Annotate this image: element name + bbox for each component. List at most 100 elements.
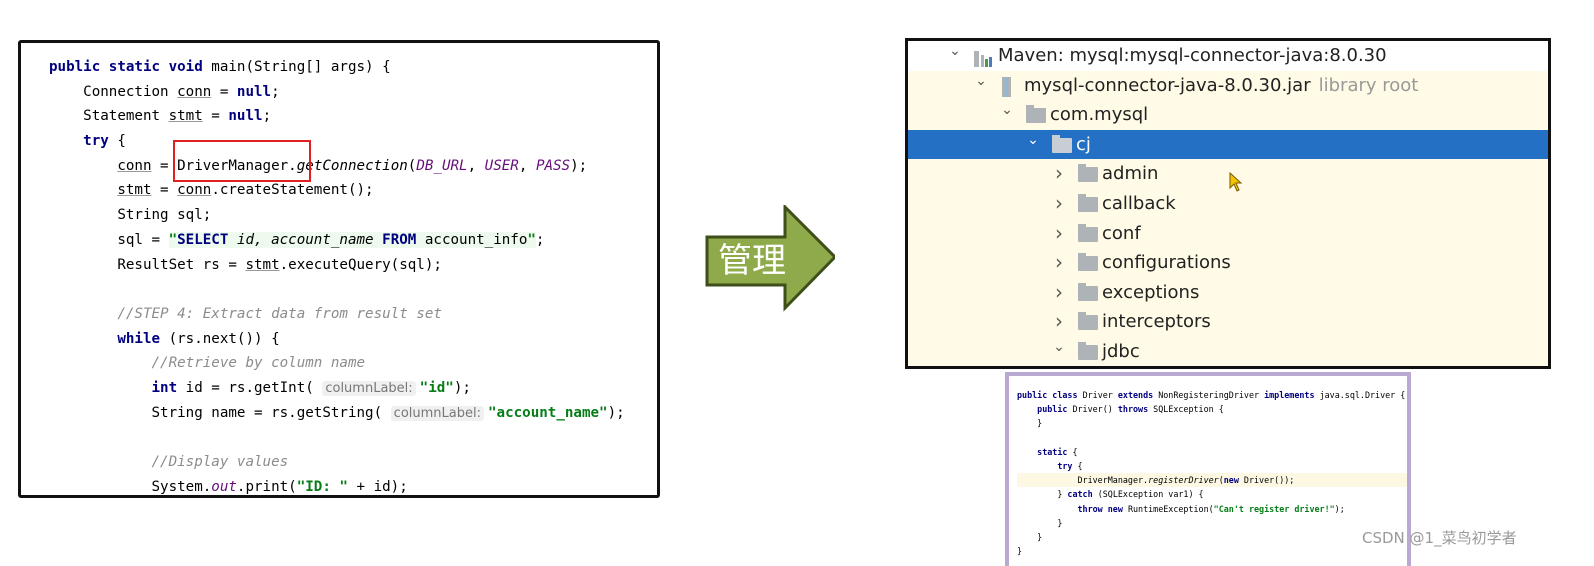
code-token: account_info (424, 231, 528, 248)
code-token: //Display values (151, 454, 289, 470)
folder-icon (1078, 253, 1098, 272)
code-token: USER (484, 157, 519, 174)
folder-icon (1078, 194, 1098, 212)
chevron-right-icon[interactable]: › (1052, 278, 1066, 308)
code-token: conn (117, 157, 152, 174)
tree-item-com-mysql[interactable]: ⌄ com.mysql (908, 100, 1548, 130)
chevron-down-icon[interactable]: ⌄ (948, 41, 962, 67)
code-token: conn (177, 182, 212, 199)
code-token: .executeQuery(sql); (279, 256, 442, 273)
code-token: java.sql.Driver { (1319, 390, 1406, 400)
code-token: FROM (382, 231, 425, 248)
code-token: "account_name" (487, 404, 608, 421)
tree-item-text: jdbc (1102, 337, 1140, 366)
code-line: } (1017, 516, 1405, 530)
chevron-down-icon[interactable]: ⌄ (974, 67, 988, 97)
tree-item-label: interceptors (1102, 311, 1211, 333)
code-token: { (1077, 460, 1083, 471)
code-token: PASS (535, 157, 571, 174)
code-token: .print( (236, 478, 297, 495)
tree-item-label: com.mysql (1050, 104, 1149, 126)
tree-item-configurations[interactable]: › configurations (908, 248, 1548, 278)
tree-item-text: callback (1102, 189, 1176, 219)
code-line: int id = rs.getInt( columnLabel: "id"); (49, 376, 625, 401)
chevron-down-icon[interactable]: ⌄ (1026, 126, 1040, 156)
code-token: " (527, 231, 536, 248)
code-token: stmt (245, 256, 280, 273)
code-token: catch (1067, 489, 1098, 500)
tree-item-admin[interactable]: › admin (908, 159, 1548, 189)
code-line: } (1017, 416, 1405, 430)
code-token: //Retrieve by column name (151, 355, 366, 372)
tree-item-text: exceptions (1102, 278, 1199, 308)
code-line: String name = rs.getString( columnLabel:… (49, 401, 625, 426)
code-token: stmt (117, 182, 152, 199)
folder-icon (1078, 282, 1098, 301)
tree-item-jdbc[interactable]: ⌄ jdbc (908, 337, 1548, 366)
code-token: ); (607, 404, 625, 421)
code-token: (SQLException var1) { (1097, 489, 1204, 500)
code-token: (rs.next()) { (160, 330, 280, 347)
code-line: stmt = conn.createStatement(); (49, 178, 625, 203)
chevron-right-icon[interactable]: › (1052, 248, 1066, 278)
main-method-code-panel: public static void main(String[] args) {… (18, 40, 660, 498)
folder-icon (1078, 164, 1098, 183)
code-line: DriverManager.registerDriver(new Driver(… (1017, 473, 1407, 488)
code-token: conn (177, 83, 212, 100)
chevron-right-icon[interactable]: › (1052, 219, 1066, 249)
tree-item-cj[interactable]: ⌄ cj (908, 129, 1548, 160)
code-token: " (168, 231, 178, 248)
code-token: int (151, 379, 178, 396)
driver-manager-highlight-box (173, 140, 311, 182)
parameter-hint: columnLabel: (390, 405, 484, 421)
tree-item-label: cj (1076, 133, 1091, 155)
code-line: String sql; (49, 203, 625, 228)
chevron-right-icon[interactable]: › (1052, 189, 1066, 219)
code-token: "Can't register driver!" (1213, 503, 1335, 514)
folder-icon (1078, 312, 1098, 331)
tree-item-text: configurations (1102, 248, 1231, 278)
code-token: ); (453, 379, 471, 396)
code-token: + id); (347, 478, 408, 495)
watermark: CSDN @1_菜鸟初学者 (1362, 529, 1517, 547)
tree-item-maven-mysql-mysql-connector-java-8-0-30[interactable]: ⌄ Maven: mysql:mysql-connector-java:8.0.3… (908, 41, 1548, 71)
tree-item-label: Maven: mysql:mysql-connector-java:8.0.30 (998, 45, 1387, 66)
tree-item-interceptors[interactable]: › interceptors (908, 307, 1548, 337)
tree-item-text: mysql-connector-java-8.0.30.jar library r… (1024, 71, 1418, 101)
code-token: ; (535, 231, 545, 248)
folder-icon (1078, 223, 1098, 242)
tree-item-label: callback (1102, 193, 1176, 214)
tree-item-label: exceptions (1102, 281, 1200, 303)
code-token: try (1057, 460, 1078, 471)
code-line: ResultSet rs = stmt.executeQuery(sql); (49, 253, 625, 278)
chevron-down-icon[interactable]: ⌄ (1052, 333, 1066, 363)
code-token: ; (271, 83, 280, 100)
tree-item-text: cj (1076, 130, 1091, 160)
code-line: try { (49, 129, 625, 154)
chevron-right-icon[interactable]: › (1052, 159, 1066, 189)
tree-item-callback[interactable]: › callback (908, 189, 1548, 219)
code-token: = (202, 108, 229, 125)
code-line: } (1017, 530, 1405, 544)
code-token: = (151, 182, 178, 199)
code-line: public Driver() throws SQLException { (1017, 402, 1405, 416)
driver-class-code-panel: ● public class Driver extends NonRegiste… (1005, 372, 1411, 566)
tree-item-label: admin (1102, 163, 1159, 185)
code-token: } (1017, 489, 1068, 500)
code-token: stmt (168, 108, 203, 125)
tree-item-conf[interactable]: › conf (908, 219, 1548, 249)
chevron-down-icon[interactable]: ⌄ (1000, 96, 1014, 126)
code-token: .createStatement(); (211, 182, 374, 199)
code-token: } (1017, 517, 1063, 528)
project-tree: ⌄ Maven: mysql:mysql-connector-java:8.0.3… (905, 38, 1551, 369)
code-token: } (1017, 531, 1043, 542)
code-token: , (518, 157, 536, 174)
tree-item-exceptions[interactable]: › exceptions (908, 278, 1548, 308)
